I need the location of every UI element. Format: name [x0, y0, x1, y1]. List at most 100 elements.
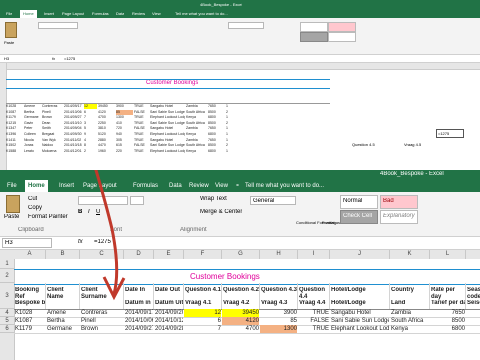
- table-cell[interactable]: 2: [466, 317, 480, 325]
- bg-table-cell[interactable]: K1588: [6, 149, 23, 154]
- bg-table-cell[interactable]: K1087: [6, 110, 23, 115]
- bg-table-cell[interactable]: 2014/10/10: [64, 121, 83, 126]
- table-cell[interactable]: 85: [260, 317, 297, 325]
- bg-table-cell[interactable]: 2014/10/18: [64, 143, 83, 148]
- bg-table-cell[interactable]: 410: [116, 121, 133, 126]
- column-header[interactable]: A: [14, 250, 46, 259]
- bg-table-cell[interactable]: K1411: [6, 138, 23, 143]
- bg-table-cell[interactable]: 720: [116, 126, 133, 131]
- underline-button[interactable]: U: [96, 209, 100, 215]
- bg-table-cell[interactable]: 4: [84, 138, 97, 143]
- table-cell[interactable]: Sangabu Hotel: [330, 309, 389, 317]
- bg-table-cell[interactable]: 1: [226, 149, 239, 154]
- bg-table-row[interactable]: K1028 Amene Contreras 2014/09/17 12 39450 3900…: [6, 104, 330, 109]
- bg-table-cell[interactable]: 7650: [208, 138, 225, 143]
- table-cell[interactable]: 8500: [430, 317, 465, 325]
- bg-name-box[interactable]: H3: [4, 56, 9, 61]
- table-cell[interactable]: 2014/10/06: [124, 317, 153, 325]
- bg-table-cell[interactable]: Naidoo: [42, 143, 63, 148]
- column-header[interactable]: J: [330, 250, 390, 259]
- bg-table-cell[interactable]: 5120: [98, 132, 115, 137]
- font-size-select[interactable]: [130, 196, 144, 205]
- bg-table-cell[interactable]: 6800: [208, 149, 225, 154]
- table-cell[interactable]: 2014/09/17: [124, 309, 153, 317]
- tab-home[interactable]: Home: [25, 180, 48, 192]
- bg-table-cell[interactable]: Colleen: [24, 132, 41, 137]
- bg-table-cell[interactable]: Smith: [42, 126, 63, 131]
- bg-table-cell[interactable]: 1: [226, 132, 239, 137]
- bg-table-cell[interactable]: 1: [226, 126, 239, 131]
- bg-table-cell[interactable]: 9: [84, 132, 97, 137]
- table-cell[interactable]: Amene: [46, 309, 79, 317]
- bg-table-cell[interactable]: FALSE: [134, 110, 149, 115]
- bg-tab-review[interactable]: Review: [132, 11, 145, 16]
- bg-table-row[interactable]: K1396 Colleen Bregaat 2014/09/30 9 5120 940 TRU…: [6, 132, 330, 137]
- bg-table-cell[interactable]: Kenya: [186, 132, 207, 137]
- bg-table-cell[interactable]: 6800: [208, 115, 225, 120]
- bg-table-cell[interactable]: 8500: [208, 143, 225, 148]
- tab-data[interactable]: Data: [166, 180, 185, 192]
- bg-table-row[interactable]: K1347 Peter Smith 2014/09/04 5 3810 720 FALSE Sa…: [6, 126, 330, 131]
- bg-tab-formulas[interactable]: Formulas: [92, 11, 109, 16]
- bg-table-cell[interactable]: Sangabu Hotel: [150, 104, 185, 109]
- bg-table-cell[interactable]: 2: [226, 143, 239, 148]
- bg-table-cell[interactable]: Sani Sabie Sun Lodge: [150, 121, 185, 126]
- bg-table-cell[interactable]: 1960: [98, 149, 115, 154]
- bg-table-cell[interactable]: Pinell: [42, 110, 63, 115]
- table-cell[interactable]: K1087: [14, 317, 45, 325]
- table-cell[interactable]: 7: [184, 325, 221, 333]
- table-cell[interactable]: 1: [466, 325, 480, 333]
- table-cell[interactable]: Germane: [46, 325, 79, 333]
- column-header[interactable]: K: [390, 250, 430, 259]
- bg-table-cell[interactable]: 39450: [98, 104, 115, 109]
- bg-tab-file[interactable]: File: [6, 11, 12, 16]
- bg-table-cell[interactable]: South Africa: [186, 143, 207, 148]
- bg-tab-data[interactable]: Data: [116, 11, 124, 16]
- bg-table-cell[interactable]: Elephant Lookout Lodge: [150, 115, 185, 120]
- bg-table-cell[interactable]: 2014/09/04: [64, 126, 83, 131]
- bg-table-cell[interactable]: Lerato: [24, 149, 41, 154]
- font-name-select[interactable]: [78, 196, 128, 205]
- bg-table-cell[interactable]: Mokoena: [42, 149, 63, 154]
- bg-table-row[interactable]: K1087 Bertha Pinell 2014/10/06 6 4120 85 FALSE S…: [6, 109, 330, 115]
- table-cell[interactable]: 2014/09/27: [124, 325, 153, 333]
- table-cell[interactable]: 1300: [260, 325, 297, 333]
- bg-table-cell[interactable]: 4470: [98, 143, 115, 148]
- table-cell[interactable]: 2014/10/12: [154, 317, 183, 325]
- bold-button[interactable]: B: [78, 209, 82, 215]
- bg-table-cell[interactable]: South Africa: [186, 110, 207, 115]
- bg-table-cell[interactable]: Gavin: [24, 121, 41, 126]
- bg-table-cell[interactable]: Elephant Lookout Lodge: [150, 132, 185, 137]
- column-header[interactable]: H: [260, 250, 298, 259]
- column-header[interactable]: L: [430, 250, 466, 259]
- tab-page-layout[interactable]: Page Layout: [80, 180, 120, 192]
- bg-sheet-grid[interactable]: Customer Bookings K1028 Amene Contreras 201…: [0, 63, 480, 170]
- bg-tell-me[interactable]: Tell me what you want to do...: [175, 11, 228, 16]
- cell-style-explanatory[interactable]: Explanatory: [380, 210, 418, 224]
- bg-table-cell[interactable]: Contreras: [42, 104, 63, 109]
- table-cell[interactable]: South Africa: [390, 317, 429, 325]
- bg-table-cell[interactable]: Dean: [42, 121, 63, 126]
- bg-table-cell[interactable]: Nicola: [24, 138, 41, 143]
- table-cell[interactable]: Brown: [80, 325, 123, 333]
- bg-table-row[interactable]: K1502 Jonas Naidoo 2014/10/18 8 4470 615 FALSE S…: [6, 143, 330, 148]
- table-cell[interactable]: Zambia: [390, 309, 429, 317]
- table-cell[interactable]: Elephant Lookout Lodge: [330, 325, 389, 333]
- bg-table-cell[interactable]: 615: [116, 143, 133, 148]
- bg-table-cell[interactable]: Brown: [42, 115, 63, 120]
- format-painter-label[interactable]: Format Painter: [28, 214, 68, 220]
- bg-tab-view[interactable]: View: [152, 11, 161, 16]
- bg-table-cell[interactable]: 2: [84, 149, 97, 154]
- column-header[interactable]: G: [222, 250, 260, 259]
- column-header[interactable]: D: [124, 250, 154, 259]
- bg-table-cell[interactable]: TRUE: [134, 149, 149, 154]
- bg-table-cell[interactable]: Sani Sabie Sun Lodge: [150, 110, 185, 115]
- bg-table-cell[interactable]: 4120: [98, 110, 115, 115]
- bg-table-cell[interactable]: 12: [84, 104, 97, 109]
- wrap-text-button[interactable]: Wrap Text: [200, 196, 227, 202]
- bg-table-cell[interactable]: Kenya: [186, 115, 207, 120]
- bg-table-cell[interactable]: Sani Sabie Sun Lodge: [150, 143, 185, 148]
- bg-table-cell[interactable]: Kenya: [186, 149, 207, 154]
- bg-table-cell[interactable]: K1028: [6, 104, 23, 109]
- bg-table-cell[interactable]: 2880: [98, 138, 115, 143]
